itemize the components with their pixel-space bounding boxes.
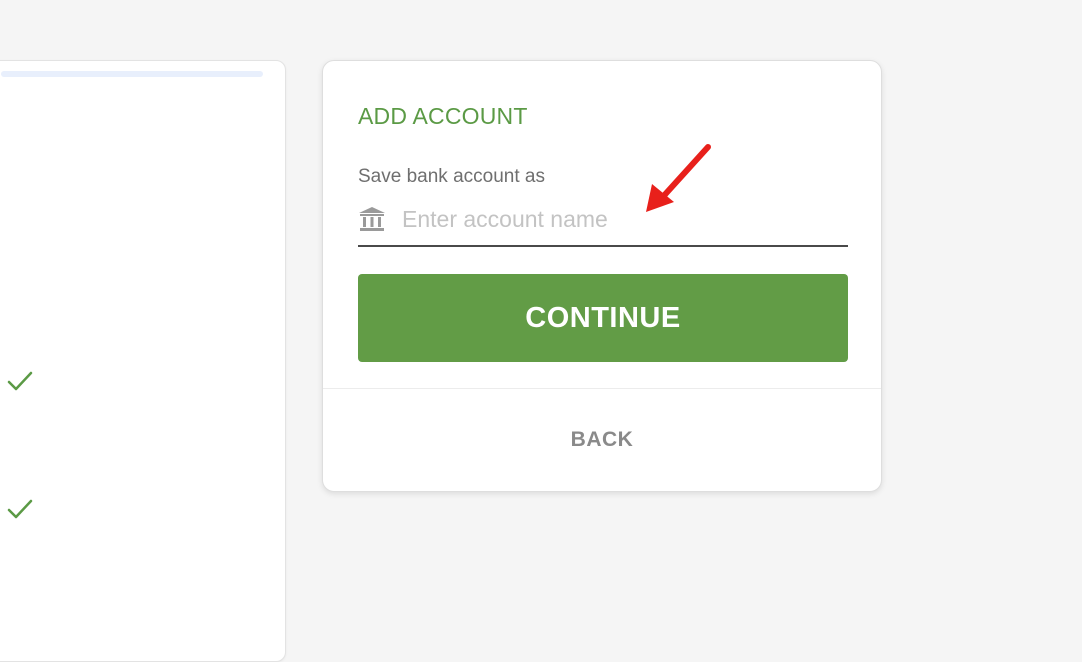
left-panel <box>0 60 286 662</box>
check-icon <box>7 497 33 523</box>
account-name-label: Save bank account as <box>358 166 545 187</box>
add-account-card: ADD ACCOUNT Save bank account as CONTINU… <box>322 60 882 492</box>
back-button[interactable]: BACK <box>323 389 881 491</box>
red-arrow-icon <box>640 140 716 216</box>
card-title: ADD ACCOUNT <box>358 103 528 129</box>
bank-icon <box>358 205 386 233</box>
continue-button[interactable]: CONTINUE <box>358 274 848 362</box>
check-icon <box>7 369 33 395</box>
progress-bar <box>1 71 263 77</box>
account-name-input[interactable] <box>402 201 842 237</box>
account-name-field[interactable] <box>358 199 848 247</box>
